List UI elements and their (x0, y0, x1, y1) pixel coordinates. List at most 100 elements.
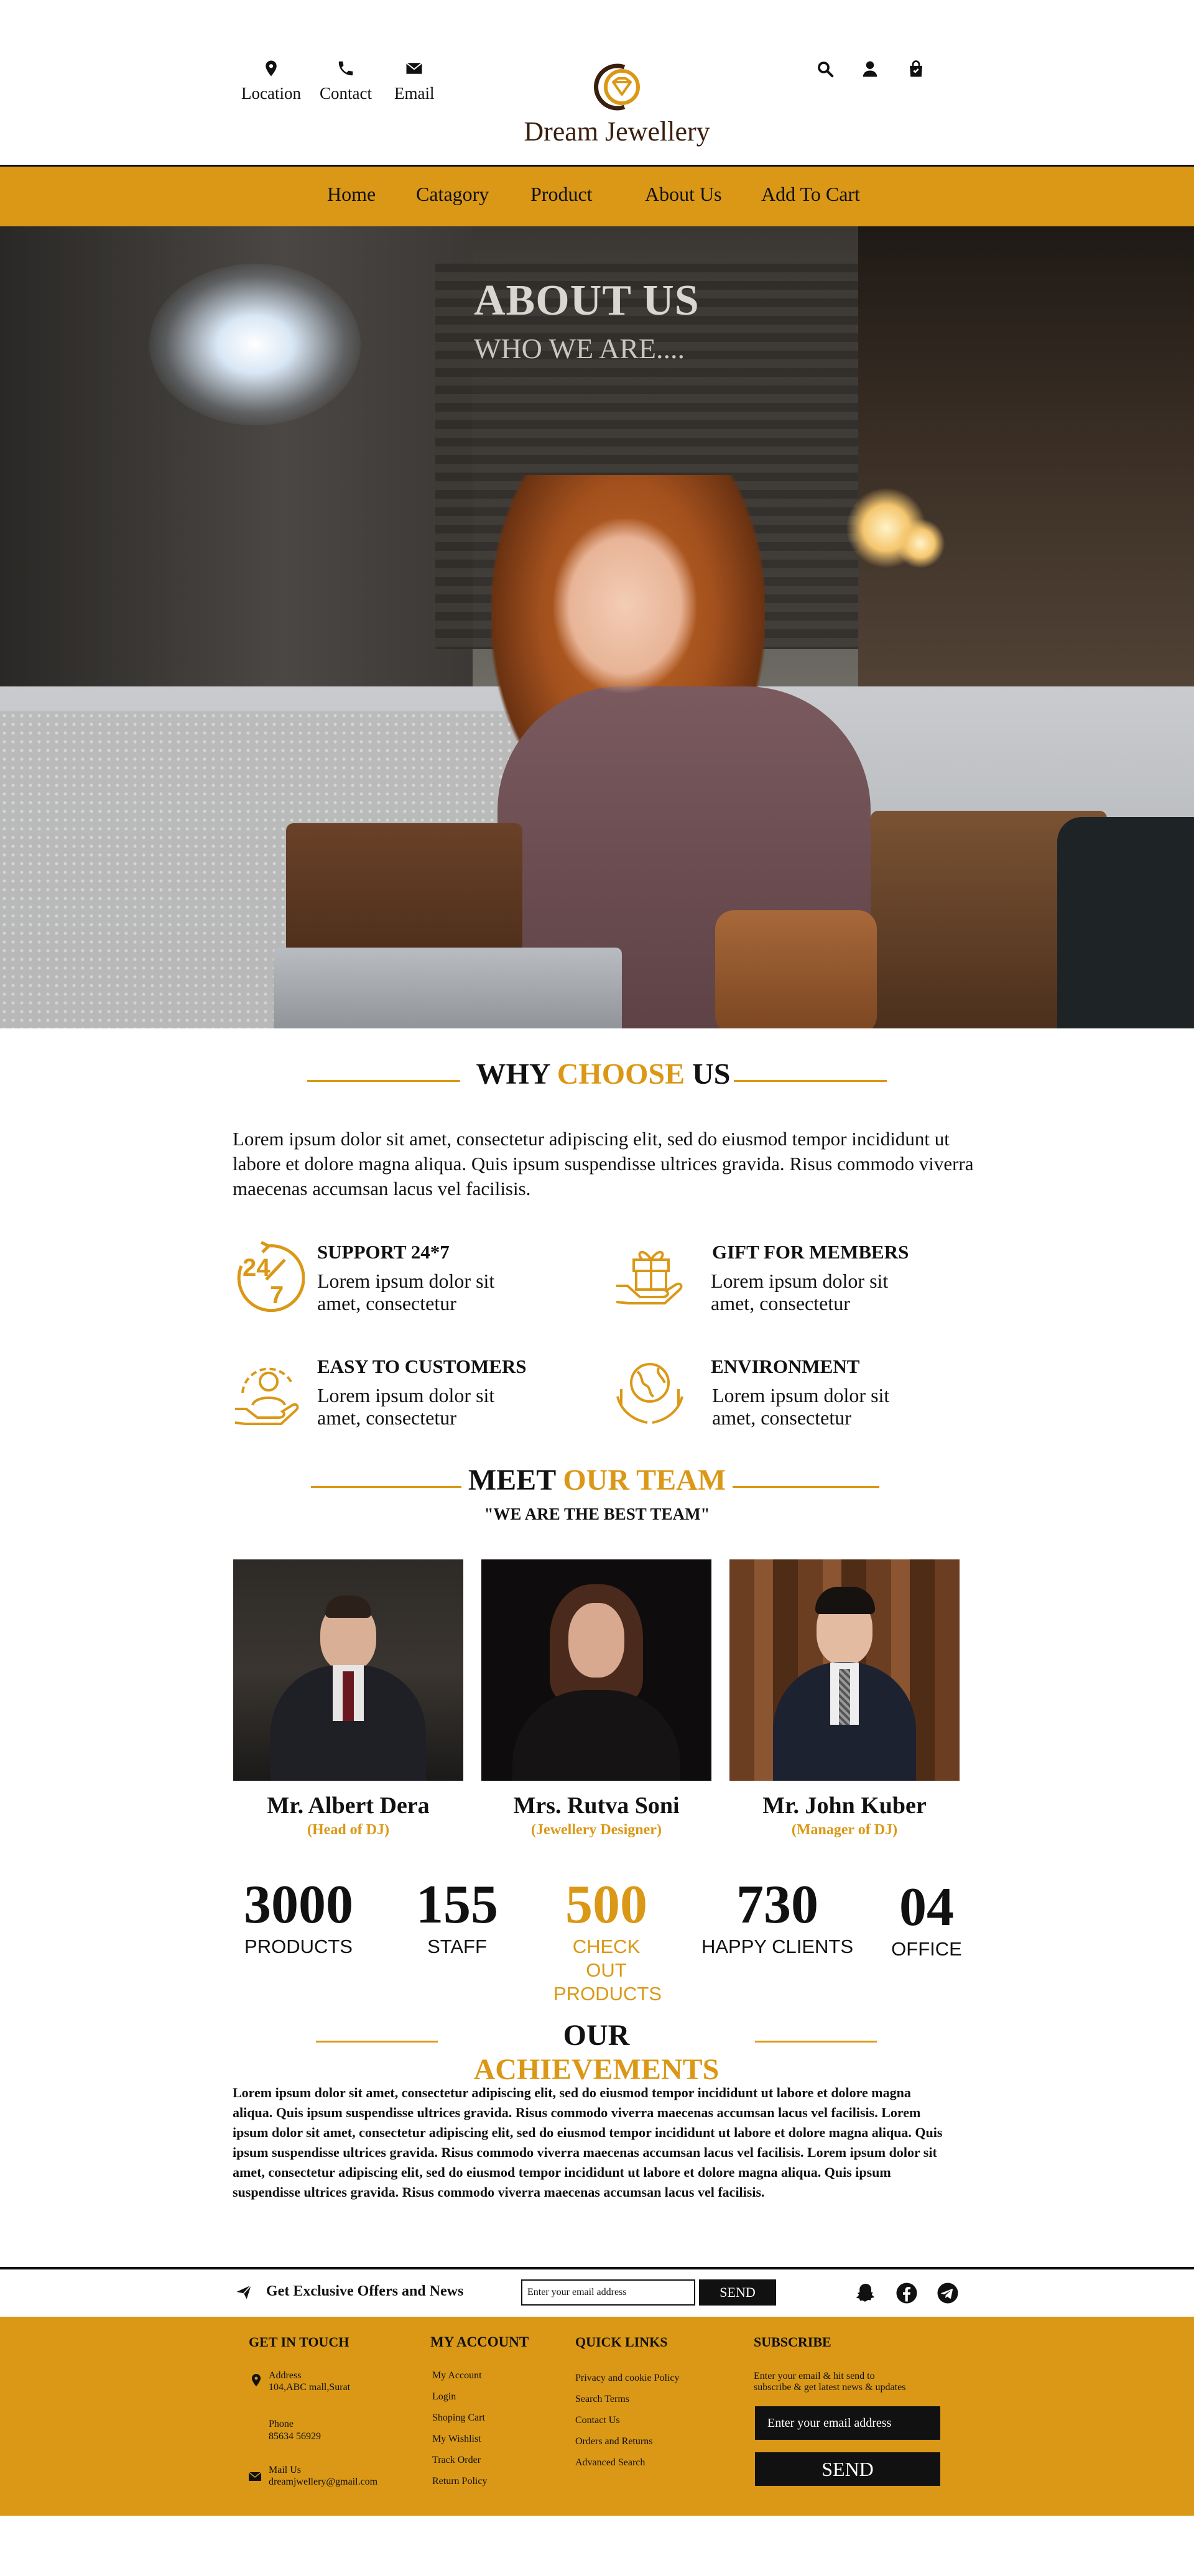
footer-account-title: MY ACCOUNT (430, 2334, 529, 2350)
telegram-icon[interactable] (937, 2282, 959, 2304)
member-name: Mr. John Kuber (762, 1793, 927, 1819)
stat-label: PRODUCTS (244, 1936, 353, 1957)
feature-desc: Lorem ipsum dolor sit amet, consectetur (317, 1384, 495, 1429)
footer-link-return-policy[interactable]: Return Policy (432, 2476, 487, 2487)
footer-link-login[interactable]: Login (432, 2391, 456, 2403)
divider-line (316, 2041, 438, 2043)
envelope-icon (248, 2469, 264, 2484)
divider-line (734, 1080, 887, 1082)
nav-add-to-cart[interactable]: Add To Cart (761, 183, 860, 206)
feature-title: EASY TO CUSTOMERS (317, 1355, 527, 1377)
gift-icon (613, 1241, 687, 1316)
stat-happy-clients: 730 HAPPY CLIENTS (696, 1875, 858, 1959)
send-plane-icon (235, 2283, 254, 2302)
footer-address-label: Address (269, 2370, 302, 2381)
why-intro-text: Lorem ipsum dolor sit amet, consectetur … (233, 1128, 974, 1199)
footer-link-advanced-search[interactable]: Advanced Search (575, 2457, 645, 2468)
nav-category[interactable]: Catagory (416, 183, 489, 206)
brand-logo[interactable]: Dream Jewellery (517, 56, 716, 147)
footer-phone-value: 85634 56929 (269, 2431, 321, 2442)
member-role: (Head of DJ) (307, 1822, 389, 1838)
diamond-ring-logo-icon (517, 56, 716, 121)
footer-subscribe-email-input[interactable] (755, 2406, 940, 2440)
footer-subscribe-send-button[interactable]: SEND (755, 2452, 940, 2486)
feature-gift: GIFT FOR MEMBERS Lorem ipsum dolor sit a… (613, 1241, 961, 1322)
member-name: Mrs. Rutva Soni (513, 1793, 680, 1819)
stat-label: STAFF (427, 1936, 487, 1957)
feature-environment: ENVIRONMENT Lorem ipsum dolor sit amet, … (613, 1355, 961, 1436)
support-24-7-icon: 24 7 (230, 1240, 305, 1316)
footer-mail-label: Mail Us (269, 2465, 301, 2475)
footer-link-search-terms[interactable]: Search Terms (575, 2394, 629, 2405)
team-member-card: Mrs. Rutva Soni (Jewellery Designer) (481, 1559, 711, 1839)
footer-subscribe-text: Enter your email & hit send to (754, 2371, 875, 2381)
svg-text:7: 7 (270, 1281, 284, 1309)
feature-title: GIFT FOR MEMBERS (712, 1241, 909, 1263)
header-contact-link[interactable]: Contact (320, 59, 372, 103)
footer-address-value: 104,ABC mall,Surat (269, 2382, 351, 2393)
divider-line (733, 1486, 879, 1488)
user-icon[interactable] (861, 60, 883, 82)
location-pin-icon (241, 59, 301, 80)
stat-label: HAPPY CLIENTS (701, 1936, 854, 1957)
envelope-icon (394, 59, 434, 80)
header-email-link[interactable]: Email (394, 59, 434, 103)
stat-value: 730 (736, 1875, 818, 1935)
footer-phone-label: Phone (269, 2419, 294, 2429)
header-location-link[interactable]: Location (241, 59, 301, 103)
hero-banner: ABOUT US WHO WE ARE.... (0, 226, 1194, 1028)
brand-name: Dream Jewellery (524, 116, 710, 147)
feature-easy-customers: EASY TO CUSTOMERS Lorem ipsum dolor sit … (230, 1355, 553, 1436)
achievements-text: Lorem ipsum dolor sit amet, consectetur … (233, 2085, 943, 2200)
footer-contact-title: GET IN TOUCH (249, 2334, 349, 2350)
header-contact-label: Contact (320, 84, 372, 103)
footer-link-wishlist[interactable]: My Wishlist (432, 2434, 481, 2445)
phone-icon (249, 2422, 264, 2437)
newsletter-bar: Get Exclusive Offers and News SEND (0, 2267, 1194, 2317)
stat-check-out-products[interactable]: 500 CHECK OUT PRODUCTS (535, 1875, 678, 2006)
stat-value: 04 (899, 1877, 954, 1937)
footer-link-privacy[interactable]: Privacy and cookie Policy (575, 2373, 680, 2384)
facebook-icon[interactable] (895, 2282, 918, 2304)
stat-value: 155 (416, 1875, 498, 1935)
hero-title: ABOUT US (474, 277, 700, 325)
nav-home[interactable]: Home (327, 183, 376, 206)
footer-link-orders-returns[interactable]: Orders and Returns (575, 2436, 652, 2447)
divider-line (311, 1486, 461, 1488)
feature-title: ENVIRONMENT (711, 1355, 860, 1377)
achievements-title: OUR ACHIEVEMENTS (473, 2019, 720, 2086)
team-tagline: "WE ARE THE BEST TEAM" (484, 1505, 710, 1523)
shopping-bag-icon[interactable] (907, 60, 929, 82)
site-footer: GET IN TOUCH Address 104,ABC mall,Surat … (0, 2317, 1194, 2516)
member-name: Mr. Albert Dera (267, 1793, 430, 1819)
search-icon[interactable] (816, 60, 838, 82)
footer-link-shopping-cart[interactable]: Shoping Cart (432, 2412, 485, 2424)
member-photo (481, 1559, 711, 1781)
stat-staff: 155 STAFF (386, 1875, 529, 1959)
stat-value: 500 (565, 1875, 647, 1935)
footer-subscribe-text: subscribe & get latest news & updates (754, 2382, 906, 2393)
feature-support: 24 7 SUPPORT 24*7 Lorem ipsum dolor sit … (230, 1240, 553, 1322)
location-pin-icon (249, 2373, 264, 2388)
team-member-card: Mr. Albert Dera (Head of DJ) (233, 1559, 463, 1839)
footer-mail-value[interactable]: dreamjwellery@gmail.com (269, 2476, 377, 2488)
feature-desc: Lorem ipsum dolor sit amet, consectetur (317, 1270, 495, 1314)
stat-value: 3000 (244, 1875, 353, 1935)
stat-office: 04 OFFICE (871, 1878, 983, 1961)
snapchat-icon[interactable] (854, 2282, 877, 2304)
footer-link-contact-us[interactable]: Contact Us (575, 2415, 620, 2426)
stat-label: CHECK OUT PRODUCTS (553, 1936, 662, 2005)
footer-link-track-order[interactable]: Track Order (432, 2455, 481, 2466)
footer-link-my-account[interactable]: My Account (432, 2370, 482, 2381)
nav-about-us[interactable]: About Us (645, 183, 722, 206)
footer-quick-links-title: QUICK LINKS (575, 2334, 668, 2350)
header-location-label: Location (241, 84, 301, 103)
footer-subscribe-title: SUBSCRIBE (754, 2334, 831, 2350)
feature-desc: Lorem ipsum dolor sit amet, consectetur (712, 1384, 890, 1429)
newsletter-email-input[interactable] (521, 2279, 695, 2306)
nav-product[interactable]: Product (530, 183, 593, 206)
newsletter-send-button[interactable]: SEND (699, 2279, 776, 2306)
stat-label: OFFICE (891, 1938, 962, 1960)
team-member-card: Mr. John Kuber (Manager of DJ) (729, 1559, 960, 1839)
main-nav: Home Catagory Product About Us Add To Ca… (0, 167, 1194, 226)
